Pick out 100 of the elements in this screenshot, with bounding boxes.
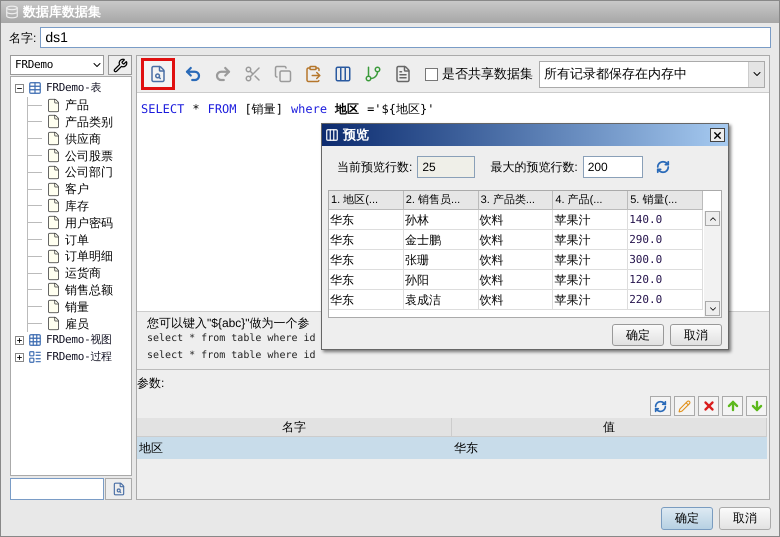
file-icon — [46, 198, 61, 214]
delete-icon — [702, 399, 716, 413]
column-header[interactable]: 4. 产品(... — [553, 191, 628, 210]
tree-item[interactable]: 公司部门 — [65, 163, 113, 182]
column-header: 值 — [452, 418, 767, 437]
refresh-icon — [654, 400, 667, 412]
scrollbar[interactable] — [704, 211, 721, 317]
file-icon — [46, 182, 61, 197]
cancel-button[interactable]: 取消 — [670, 324, 722, 346]
tree-item[interactable]: FRDemo-表 — [46, 80, 102, 97]
file-icon — [46, 299, 61, 314]
table-cell: 300.0 — [628, 250, 703, 270]
current-rows-label: 当前预览行数: — [337, 159, 412, 176]
table-cell: 饮料 — [478, 270, 554, 290]
tree-item[interactable]: 订单 — [65, 230, 89, 249]
tree-item[interactable]: 运货商 — [65, 264, 101, 282]
database-icon — [5, 5, 19, 19]
file-icon — [46, 98, 61, 113]
file-icon — [46, 316, 61, 332]
close-button[interactable] — [710, 128, 725, 142]
tree-item[interactable]: 雇员 — [65, 314, 89, 333]
cancel-button[interactable]: 取消 — [719, 506, 771, 530]
collapse-toggle[interactable] — [15, 84, 24, 93]
ok-button[interactable]: 确定 — [612, 324, 664, 346]
table-icon — [28, 81, 42, 96]
sql-token: FROM — [208, 101, 236, 118]
file-icon — [46, 215, 61, 230]
max-rows-field[interactable]: 200 — [582, 156, 643, 178]
refresh-icon[interactable] — [656, 160, 670, 174]
file-icon — [46, 148, 61, 164]
file-icon — [46, 282, 61, 298]
tree-item[interactable]: FRDemo-过程 — [46, 348, 112, 366]
tree-item[interactable]: 产品 — [65, 96, 89, 114]
column-header[interactable]: 5. 销量(... — [628, 191, 703, 210]
dialog-title: 预览 — [343, 126, 370, 144]
table-cell: 华东 — [329, 210, 404, 230]
column-header[interactable]: 3. 产品类... — [478, 191, 554, 210]
tree-item[interactable]: 供应商 — [65, 130, 101, 148]
file-icon — [46, 114, 61, 130]
undo-icon — [184, 65, 202, 83]
column-header: 名字 — [137, 418, 452, 437]
table-cell: 220.0 — [628, 290, 703, 310]
name-field[interactable]: ds1 — [40, 27, 771, 48]
expand-toggle[interactable] — [15, 336, 24, 345]
expand-toggle[interactable] — [15, 352, 24, 362]
datasource-select[interactable]: FRDemo — [10, 55, 104, 75]
table-cell: 华东 — [329, 250, 404, 270]
tree-item[interactable]: 订单明细 — [65, 247, 113, 266]
hint-text: select * from table where id — [147, 349, 316, 363]
tree-item[interactable]: FRDemo-视图 — [46, 332, 112, 349]
search-button[interactable] — [105, 478, 132, 500]
tree-item[interactable]: 用户密码 — [65, 214, 113, 232]
share-label: 是否共享数据集 — [442, 65, 533, 84]
app-icon — [325, 128, 339, 142]
sql-token: [销量] — [244, 101, 283, 118]
table-cell: 孙林 — [404, 210, 479, 230]
table-cell: 饮料 — [478, 290, 554, 310]
procedure-icon — [28, 350, 42, 364]
file-icon — [46, 266, 61, 281]
refresh-button[interactable] — [650, 396, 671, 416]
table-cell: 孙阳 — [404, 270, 479, 290]
delete-button[interactable] — [698, 396, 719, 416]
share-checkbox[interactable] — [425, 68, 438, 80]
table-cell: 苹果汁 — [553, 230, 628, 250]
table-cell: 华东 — [329, 290, 404, 310]
table-cell: 饮料 — [478, 250, 554, 270]
table-cell: 140.0 — [628, 210, 703, 230]
tree-item[interactable]: 产品类别 — [65, 113, 113, 131]
tree-item[interactable]: 客户 — [65, 180, 89, 198]
tree-item[interactable]: 销售总额 — [65, 280, 113, 299]
table-cell: 华东 — [329, 230, 404, 250]
pencil-icon — [678, 400, 691, 412]
tree-item[interactable]: 公司股票 — [65, 146, 113, 165]
file-icon — [46, 164, 61, 180]
hint-text: select * from table where id — [147, 332, 316, 346]
table-cell: 290.0 — [628, 230, 703, 250]
plus-icon — [16, 354, 23, 361]
close-icon — [712, 130, 723, 140]
preview-button[interactable] — [141, 58, 175, 90]
table-cell: 华东 — [452, 437, 767, 459]
sql-token: SELECT — [141, 101, 184, 118]
storage-select[interactable]: 所有记录都保存在内存中 — [539, 60, 765, 88]
table-cell: 饮料 — [478, 230, 554, 250]
current-rows-field[interactable]: 25 — [417, 156, 476, 178]
max-rows-label: 最大的预览行数: — [490, 159, 578, 176]
table-cell: 苹果汁 — [553, 210, 628, 230]
table-cell: 张珊 — [404, 250, 479, 270]
view-icon — [28, 333, 42, 348]
search-field[interactable] — [10, 478, 104, 500]
sql-token: 地区 — [335, 101, 360, 118]
column-header[interactable]: 2. 销售员... — [404, 191, 479, 210]
table-cell: 饮料 — [478, 210, 554, 230]
tree-item[interactable]: 库存 — [65, 196, 89, 215]
ok-button[interactable]: 确定 — [661, 506, 713, 530]
tree-item[interactable]: 销量 — [65, 298, 89, 316]
column-header[interactable]: 1. 地区(... — [329, 191, 404, 210]
tools-button[interactable] — [108, 55, 132, 75]
table-cell: 120.0 — [628, 270, 703, 290]
columns-icon — [334, 65, 352, 83]
wrench-icon — [112, 58, 128, 72]
